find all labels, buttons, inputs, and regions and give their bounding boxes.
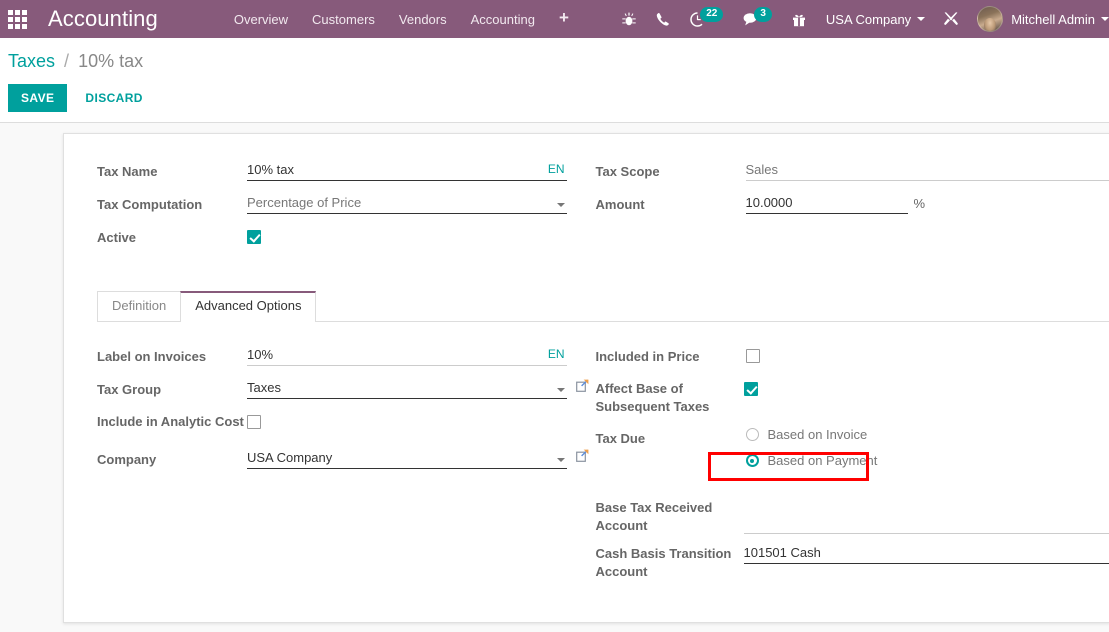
main-content-area: Tax Name EN Tax Computation [0,123,1109,632]
field-label-on-invoices: Label on Invoices EN [97,345,567,370]
field-amount-label: Amount [595,197,645,212]
field-include-in-analytic-cost: Include in Analytic Cost [97,411,567,436]
breadcrumb: Taxes / 10% tax [0,38,1109,72]
field-tax-computation: Tax Computation [97,193,567,218]
navbar-right-tools: 22 3 USA Company Mitchell Admin [612,0,1109,38]
field-tax-due: Tax Due Based on Invoice Based on Paymen… [596,427,1109,475]
included-in-price-checkbox[interactable] [745,349,760,363]
tab-definition[interactable]: Definition [97,291,182,321]
radio-based-on-invoice-label[interactable]: Based on Invoice [759,427,868,442]
field-affect-base-label: Affect Base of Subsequent Taxes [595,381,710,414]
field-tax-computation-label: Tax Computation [97,197,203,212]
avatar [977,6,1004,32]
external-link-icon[interactable] [575,449,589,462]
translation-lang-tag[interactable]: EN [548,162,565,176]
form-header-group: Tax Name EN Tax Computation [64,160,1109,259]
field-active-label: Active [97,230,137,245]
field-tax-scope: Tax Scope [596,160,1109,185]
menu-item-accounting[interactable]: Accounting [459,2,547,37]
breadcrumb-separator: / [64,51,70,71]
field-tax-group-label: Tax Group [97,382,162,397]
field-company-label: Company [97,452,157,467]
amount-input[interactable] [745,193,908,214]
notebook-tabs: Definition Advanced Options [97,291,1109,322]
cash-basis-transition-account-input[interactable] [743,543,1109,564]
radio-based-on-payment-label[interactable]: Based on Payment [759,453,878,468]
radio-based-on-payment-button[interactable] [745,454,759,467]
messages-count-badge: 3 [754,6,772,22]
label-on-invoices-input[interactable] [247,345,567,366]
activity-clock-icon[interactable]: 22 [680,0,733,38]
field-base-tax-received-account: Base Tax Received Account [596,497,1109,535]
amount-percent-suffix: % [913,196,926,211]
include-in-analytic-cost-checkbox[interactable] [247,415,261,429]
tax-name-input[interactable] [247,160,567,181]
field-affect-base-of-subsequent-taxes: Affect Base of Subsequent Taxes [596,378,1109,416]
field-tax-name-label: Tax Name [97,164,158,179]
field-cash-basis-transition-account: Cash Basis Transition Account [596,543,1109,581]
breadcrumb-current: 10% tax [78,51,144,71]
form-header-left-column: Tax Name EN Tax Computation [64,160,587,259]
field-included-in-price-label: Included in Price [595,349,700,364]
tab-panel-advanced-options: Label on Invoices EN Tax Group [64,322,1109,589]
chevron-down-icon [917,17,926,21]
save-button[interactable]: SAVE [8,84,68,112]
tax-group-input[interactable] [247,378,567,399]
field-cash-basis-transition-account-label: Cash Basis Transition Account [595,546,732,579]
advanced-left-column: Label on Invoices EN Tax Group [64,345,588,589]
apps-grid-icon[interactable] [0,0,34,38]
menu-item-add[interactable]: + [547,2,581,37]
bug-icon[interactable] [612,0,646,38]
field-tax-due-label: Tax Due [595,431,646,446]
translation-lang-tag[interactable]: EN [548,347,565,361]
company-switcher-label: USA Company [825,11,912,27]
user-menu-label: Mitchell Admin [1011,11,1095,27]
field-base-tax-received-account-label: Base Tax Received Account [595,500,713,533]
breadcrumb-taxes[interactable]: Taxes [8,51,55,71]
gift-icon[interactable] [782,0,816,38]
menu-item-overview[interactable]: Overview [222,2,300,37]
messages-chat-icon[interactable]: 3 [733,0,782,38]
active-checkbox[interactable] [247,230,261,244]
main-menu: Overview Customers Vendors Accounting + [222,2,581,37]
record-form-sheet: Tax Name EN Tax Computation [63,133,1109,623]
field-tax-scope-label: Tax Scope [595,164,660,179]
tools-icon[interactable] [933,0,969,38]
radio-based-on-invoice-button[interactable] [745,428,759,441]
radio-based-on-payment[interactable]: Based on Payment [745,453,1109,468]
phone-icon[interactable] [646,0,680,38]
field-active: Active [97,226,567,251]
base-tax-received-account-input[interactable] [743,513,1109,534]
tax-scope-value[interactable] [745,160,1109,181]
field-included-in-price: Included in Price [596,345,1109,370]
field-tax-group: Tax Group [97,378,588,403]
record-actions: SAVE DISCARD [0,72,1109,112]
radio-based-on-invoice[interactable]: Based on Invoice [745,427,1109,442]
field-amount: Amount % [596,193,1109,218]
app-brand-title[interactable]: Accounting [34,6,158,32]
advanced-right-column: Included in Price Affect Base of Subsequ… [587,345,1109,589]
affect-base-checkbox[interactable] [743,382,758,396]
menu-item-customers[interactable]: Customers [300,2,387,37]
user-menu[interactable]: Mitchell Admin [969,6,1109,32]
tab-advanced-options[interactable]: Advanced Options [180,291,317,322]
field-label-on-invoices-label: Label on Invoices [97,349,207,364]
external-link-icon[interactable] [575,379,589,392]
discard-button[interactable]: DISCARD [75,84,152,112]
field-company: Company [97,448,588,473]
form-header-right-column: Tax Scope Amount % [587,160,1109,259]
field-tax-name: Tax Name EN [97,160,567,185]
company-switcher[interactable]: USA Company [816,12,933,27]
company-input[interactable] [247,448,567,469]
tax-computation-select[interactable] [247,193,567,214]
menu-item-vendors[interactable]: Vendors [387,2,459,37]
user-chevron-down-icon [1101,17,1109,21]
field-include-in-analytic-cost-label: Include in Analytic Cost [97,414,244,429]
control-panel: Taxes / 10% tax SAVE DISCARD [0,38,1109,123]
activity-count-badge: 22 [700,6,724,22]
top-navbar: Accounting Overview Customers Vendors Ac… [0,0,1109,38]
